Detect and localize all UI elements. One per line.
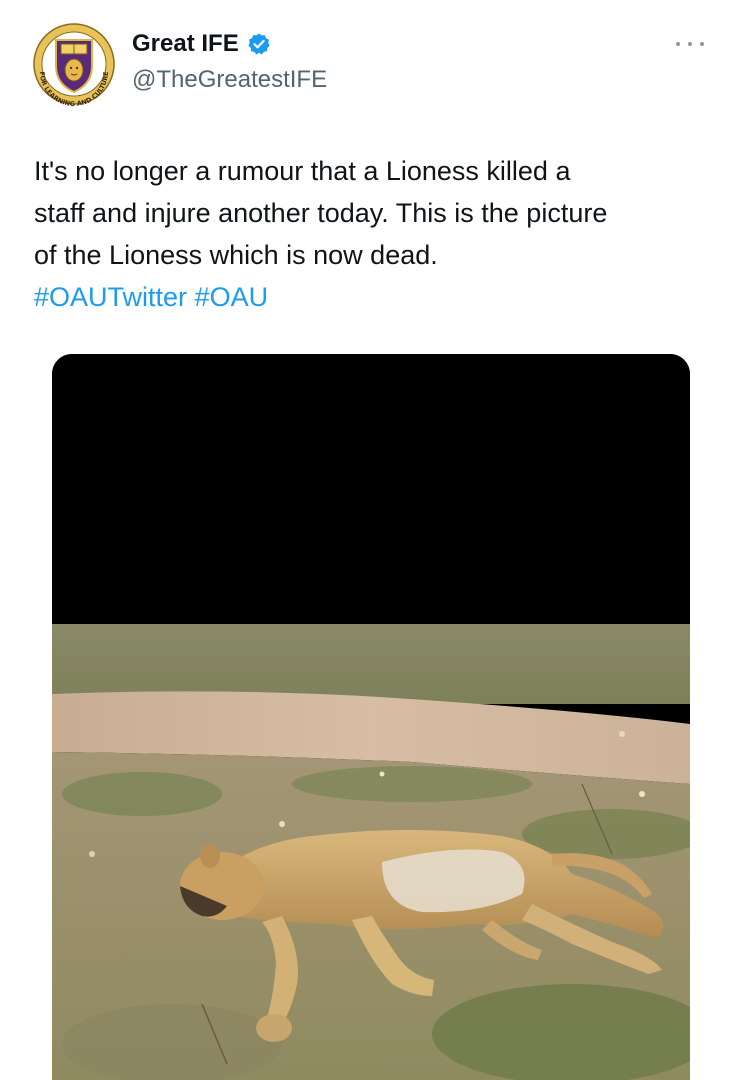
author-handle[interactable]: @TheGreatestIFE — [132, 66, 327, 94]
tweet: FOR LEARNING AND CULTURE Great IFE @TheG… — [0, 0, 742, 1080]
avatar[interactable]: FOR LEARNING AND CULTURE — [30, 20, 118, 108]
more-dot — [676, 42, 680, 46]
more-dot — [700, 42, 704, 46]
tweet-text: It's no longer a rumour that a Lioness k… — [34, 156, 608, 270]
censor-bar — [52, 354, 690, 624]
more-dot — [688, 42, 692, 46]
lioness-photo — [52, 624, 690, 1080]
verified-badge-icon — [248, 33, 270, 55]
author-name-row: Great IFE — [132, 30, 271, 58]
tweet-media[interactable] — [52, 354, 690, 1080]
display-name[interactable]: Great IFE — [132, 30, 239, 58]
hashtag-link[interactable]: #OAU — [195, 282, 269, 312]
university-crest-icon: FOR LEARNING AND CULTURE — [30, 20, 118, 108]
more-options-icon[interactable] — [676, 36, 704, 52]
hashtag-link[interactable]: #OAUTwitter — [34, 282, 187, 312]
hashtags: #OAUTwitter #OAU — [34, 276, 268, 318]
